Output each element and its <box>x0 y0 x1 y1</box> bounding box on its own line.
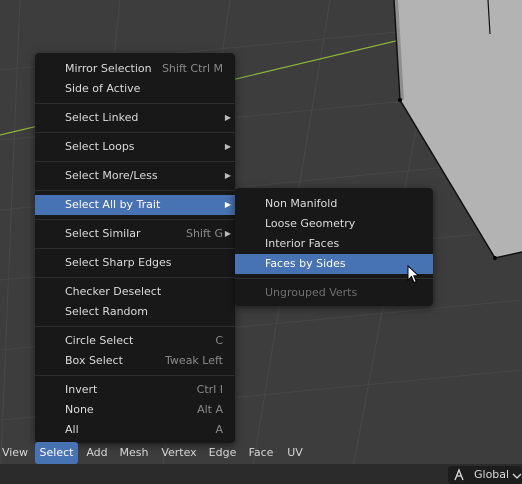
shortcut-label: A <box>215 423 223 436</box>
triangle-right-icon: ▶ <box>224 229 231 238</box>
menu-item-select-more-less[interactable]: Select More/Less ▶ <box>35 166 235 186</box>
header-menu-face[interactable]: Face <box>244 442 278 464</box>
transform-orientation-icon <box>454 468 464 481</box>
menu-item-box-select[interactable]: Box Select Tweak Left <box>35 351 235 371</box>
shortcut-label: Alt A <box>197 403 223 416</box>
header-menu-label: View <box>1 446 29 459</box>
header-menu-vertex[interactable]: Vertex <box>156 442 202 464</box>
triangle-right-icon: ▶ <box>224 113 231 122</box>
triangle-right-icon: ▶ <box>224 171 231 180</box>
menu-item-label: Non Manifold <box>265 197 338 210</box>
select-menu: Mirror Selection Shift Ctrl M Side of Ac… <box>35 53 235 443</box>
submenu-item-ungrouped-verts: Ungrouped Verts <box>235 283 433 303</box>
shortcut-label: Ctrl I <box>196 383 223 396</box>
menu-item-label: Select Random <box>65 305 148 318</box>
menu-item-label: Checker Deselect <box>65 285 162 298</box>
menu-item-label: Mirror Selection <box>65 62 152 75</box>
header-menu-label: Select <box>39 446 74 459</box>
select-all-by-trait-submenu: Non Manifold Loose Geometry Interior Fac… <box>235 188 433 306</box>
triangle-right-icon: ▶ <box>224 200 231 209</box>
menu-separator <box>35 161 235 162</box>
menu-item-label: Circle Select <box>65 334 134 347</box>
menu-separator <box>35 375 235 376</box>
header-menu-label: Vertex <box>161 446 197 459</box>
header-menu-uv[interactable]: UV <box>281 442 309 464</box>
menu-item-select-linked[interactable]: Select Linked ▶ <box>35 108 235 128</box>
shortcut-label: Shift G <box>185 227 223 240</box>
menu-separator <box>235 278 433 279</box>
menu-item-all[interactable]: All A <box>35 420 235 440</box>
menu-separator <box>35 132 235 133</box>
menu-item-label: Loose Geometry <box>265 217 356 230</box>
menu-item-label: Select Loops <box>65 140 135 153</box>
menu-item-label: Select Similar <box>65 227 141 240</box>
menu-item-checker-deselect[interactable]: Checker Deselect <box>35 282 235 302</box>
menu-item-select-random[interactable]: Select Random <box>35 302 235 322</box>
menu-item-label: Select All by Trait <box>65 198 161 211</box>
menu-item-side-of-active[interactable]: Side of Active <box>35 79 235 99</box>
header-menu-label: UV <box>287 446 303 459</box>
header-menu-view[interactable]: View <box>0 442 30 464</box>
shortcut-label: Tweak Left <box>165 354 223 367</box>
orientation-label: Global <box>474 468 510 481</box>
menu-separator <box>35 103 235 104</box>
header-menu-add[interactable]: Add <box>82 442 112 464</box>
transform-orientation-dropdown[interactable]: Global <box>448 466 522 484</box>
triangle-right-icon: ▶ <box>224 142 231 151</box>
menu-separator <box>35 326 235 327</box>
mouse-pointer-icon <box>407 265 420 284</box>
header-menu-label: Face <box>248 446 274 459</box>
menu-item-mirror-selection[interactable]: Mirror Selection Shift Ctrl M <box>35 59 235 79</box>
menu-item-label: Box Select <box>65 354 123 367</box>
menu-item-label: Interior Faces <box>265 237 340 250</box>
menu-item-invert[interactable]: Invert Ctrl I <box>35 380 235 400</box>
shortcut-label: C <box>215 334 223 347</box>
menu-separator <box>35 219 235 220</box>
menu-item-label: Select More/Less <box>65 169 158 182</box>
menu-item-select-loops[interactable]: Select Loops ▶ <box>35 137 235 157</box>
menu-separator <box>35 248 235 249</box>
header-menu-mesh[interactable]: Mesh <box>115 442 153 464</box>
header-menu-label: Edge <box>208 446 237 459</box>
header-menu-label: Add <box>86 446 108 459</box>
menu-item-label: Ungrouped Verts <box>265 286 358 299</box>
editor-footer <box>0 464 522 484</box>
menu-item-label: Faces by Sides <box>265 257 346 270</box>
menu-item-select-sharp-edges[interactable]: Select Sharp Edges <box>35 253 235 273</box>
menu-item-select-similar[interactable]: Select Similar Shift G ▶ <box>35 224 235 244</box>
menu-item-label: Invert <box>65 383 98 396</box>
menu-item-circle-select[interactable]: Circle Select C <box>35 331 235 351</box>
header-menu-edge[interactable]: Edge <box>204 442 241 464</box>
submenu-item-interior-faces[interactable]: Interior Faces <box>235 234 433 254</box>
menu-item-none[interactable]: None Alt A <box>35 400 235 420</box>
header-menu-select[interactable]: Select <box>35 442 78 464</box>
chevron-down-icon <box>512 473 522 479</box>
menu-item-label: Select Linked <box>65 111 139 124</box>
header-menu-label: Mesh <box>119 446 149 459</box>
menu-item-label: Select Sharp Edges <box>65 256 172 269</box>
menu-item-select-all-by-trait[interactable]: Select All by Trait ▶ <box>35 195 235 215</box>
menu-item-label: None <box>65 403 94 416</box>
menu-item-label: Side of Active <box>65 82 141 95</box>
submenu-item-loose-geometry[interactable]: Loose Geometry <box>235 214 433 234</box>
submenu-item-faces-by-sides[interactable]: Faces by Sides <box>235 254 433 274</box>
menu-item-label: All <box>65 423 79 436</box>
menu-separator <box>35 190 235 191</box>
submenu-item-non-manifold[interactable]: Non Manifold <box>235 194 433 214</box>
shortcut-label: Shift Ctrl M <box>161 62 223 75</box>
menu-separator <box>35 277 235 278</box>
editor-header: View Select Add Mesh Vertex Edge Face UV <box>0 442 522 464</box>
